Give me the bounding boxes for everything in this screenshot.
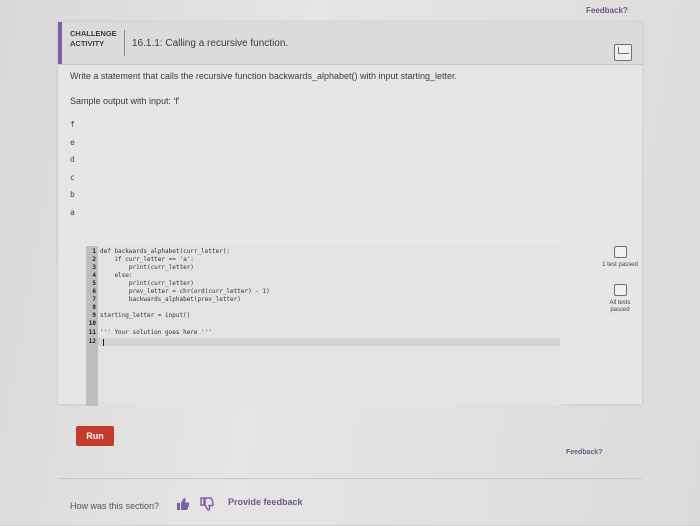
output-line: d <box>70 155 75 164</box>
line-number: 5 <box>92 280 96 287</box>
code-line[interactable]: 6 prev_letter = chr(ord(curr_letter) - 1… <box>86 288 270 296</box>
first-test-label: 1 test passed <box>602 262 638 268</box>
sample-output: f e d c b a <box>70 116 75 221</box>
output-line: f <box>70 120 75 129</box>
output-line: b <box>70 190 75 199</box>
all-tests-label: All tests passed <box>609 300 631 313</box>
code-text: if curr_letter == 'a': <box>100 256 194 263</box>
accent-bar <box>58 22 62 64</box>
code-line[interactable]: 10 <box>86 320 100 328</box>
thumbs-down-icon[interactable] <box>200 497 214 511</box>
output-line: a <box>70 207 75 217</box>
sample-output-label: Sample output with input: 'f' <box>70 96 180 106</box>
line-number: 10 <box>88 320 96 327</box>
activity-label: CHALLENGE ACTIVITY <box>70 29 117 48</box>
line-number: 1 <box>92 248 96 255</box>
completion-badge-icon <box>614 44 632 61</box>
text-cursor <box>103 339 104 346</box>
output-line: c <box>70 172 75 182</box>
line-number: 7 <box>92 296 96 303</box>
code-text: print(curr_letter) <box>100 264 194 271</box>
test-checkbox-icon <box>614 246 627 258</box>
line-number: 2 <box>92 256 96 263</box>
code-line[interactable]: 12 <box>86 338 100 346</box>
code-line[interactable]: 7 backwards_alphabet(prev_letter) <box>86 296 241 304</box>
test-results-panel: 1 test passed All tests passed <box>600 246 640 326</box>
code-text: starting_letter = input() <box>100 312 191 319</box>
code-editor[interactable]: 1 def backwards_alphabet(curr_letter): 2 … <box>86 246 560 406</box>
line-number: 3 <box>92 264 96 271</box>
card-header: CHALLENGE ACTIVITY 16.1.1: Calling a rec… <box>58 22 642 65</box>
top-feedback-link[interactable]: Feedback? <box>586 6 628 15</box>
line-number: 9 <box>92 312 96 319</box>
code-text: prev_letter = chr(ord(curr_letter) - 1) <box>100 288 270 295</box>
challenge-prompt: Write a statement that calls the recursi… <box>70 71 458 81</box>
line-number: 11 <box>88 329 96 336</box>
feedback-link[interactable]: Feedback? <box>566 449 603 456</box>
test-checkbox-icon <box>614 284 627 296</box>
line-number: 4 <box>92 272 96 279</box>
output-line: e <box>70 137 75 147</box>
activity-title: 16.1.1: Calling a recursive function. <box>132 38 289 49</box>
code-line[interactable]: 3 print(curr_letter) <box>86 264 194 272</box>
line-number: 12 <box>88 338 96 345</box>
code-text: else: <box>100 272 133 279</box>
active-line-highlight <box>98 338 560 346</box>
code-line[interactable]: 2 if curr_letter == 'a': <box>86 256 194 264</box>
line-number: 6 <box>92 288 96 295</box>
code-line[interactable]: 1 def backwards_alphabet(curr_letter): <box>86 248 230 256</box>
code-text: print(curr_letter) <box>100 280 194 287</box>
thumbs-up-icon[interactable] <box>176 497 190 511</box>
run-button[interactable]: Run <box>76 426 114 446</box>
code-text: backwards_alphabet(prev_letter) <box>100 296 241 303</box>
code-line[interactable]: 4 else: <box>86 272 133 280</box>
line-number: 8 <box>92 304 96 311</box>
code-line[interactable]: 9 starting_letter = input() <box>86 312 190 320</box>
footer: How was this section? Provide feedback <box>58 478 642 526</box>
code-text: def backwards_alphabet(curr_letter): <box>100 248 231 255</box>
section-rating-question: How was this section? <box>70 501 160 511</box>
header-divider <box>124 30 125 56</box>
code-line[interactable]: 5 print(curr_letter) <box>86 280 194 288</box>
code-line[interactable]: 8 <box>86 304 100 312</box>
code-line[interactable]: 11 ''' Your solution goes here ''' <box>86 329 212 337</box>
code-text: ''' Your solution goes here ''' <box>100 329 212 336</box>
provide-feedback-link[interactable]: Provide feedback <box>228 497 303 507</box>
